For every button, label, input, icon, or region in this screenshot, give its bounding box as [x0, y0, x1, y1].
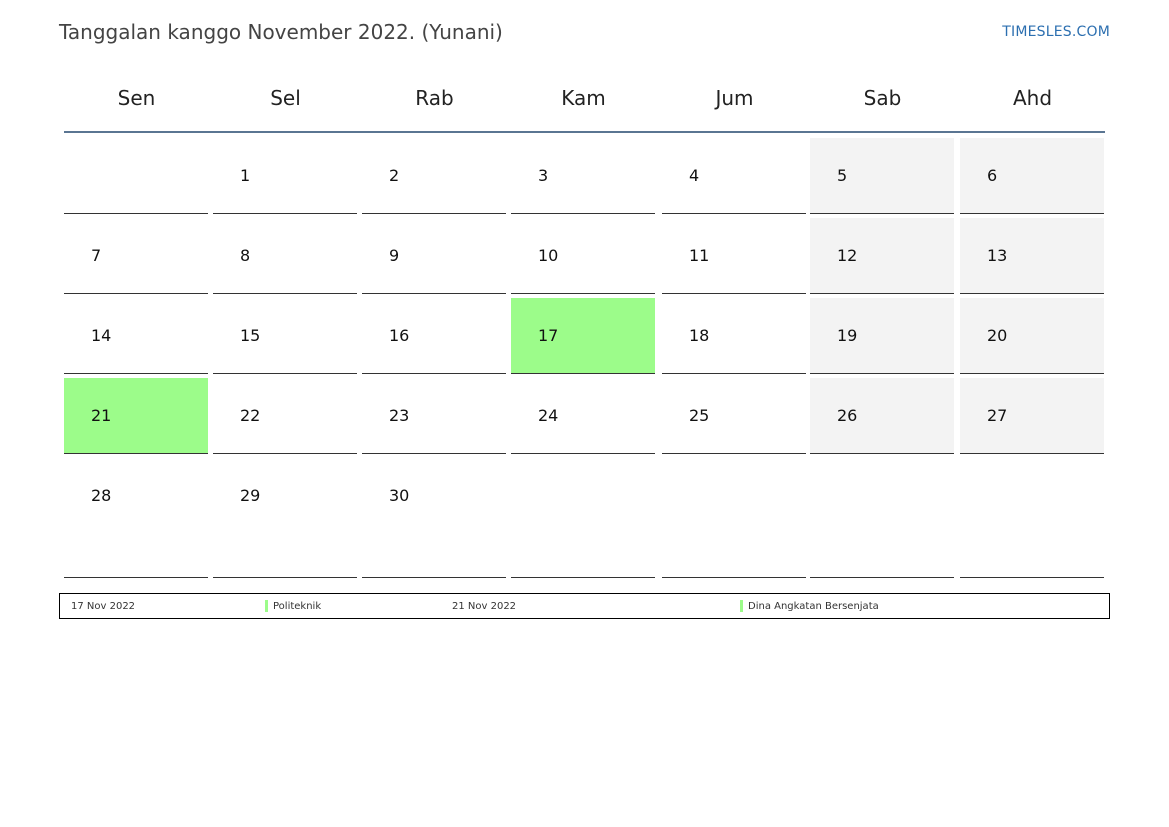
day-cell[interactable]: 6 — [960, 138, 1104, 214]
weekday-header: Sen Sel Rab Kam Jum Sab Ahd — [64, 72, 1105, 131]
weekday-label: Sen — [117, 86, 156, 110]
weekday-label: Kam — [561, 86, 606, 110]
legend-date: 17 Nov 2022 — [71, 601, 136, 612]
weekday-label: Jum — [715, 86, 754, 110]
day-number: 18 — [689, 326, 710, 345]
legend-date: 21 Nov 2022 — [452, 601, 517, 612]
legend-color-marker — [265, 600, 268, 612]
day-cell[interactable]: 29 — [213, 458, 357, 578]
day-cell[interactable]: 18 — [662, 298, 806, 374]
day-number: 12 — [837, 246, 858, 265]
day-cell — [662, 458, 806, 578]
day-cell[interactable]: 11 — [662, 218, 806, 294]
day-cell[interactable]: 5 — [810, 138, 954, 214]
day-number: 25 — [689, 406, 710, 425]
day-number: 16 — [389, 326, 410, 345]
day-cell — [511, 458, 655, 578]
day-cell[interactable]: 12 — [810, 218, 954, 294]
day-number: 9 — [389, 246, 400, 265]
day-number: 5 — [837, 166, 848, 185]
day-cell[interactable]: 26 — [810, 378, 954, 454]
day-number: 2 — [389, 166, 400, 185]
day-cell[interactable]: 9 — [362, 218, 506, 294]
day-number: 20 — [987, 326, 1008, 345]
day-number: 22 — [240, 406, 261, 425]
day-number: 19 — [837, 326, 858, 345]
day-cell[interactable]: 10 — [511, 218, 655, 294]
weekday-label: Rab — [415, 86, 454, 110]
day-number: 15 — [240, 326, 261, 345]
day-cell[interactable]: 15 — [213, 298, 357, 374]
day-number: 13 — [987, 246, 1008, 265]
day-cell[interactable]: 20 — [960, 298, 1104, 374]
day-number: 21 — [91, 406, 112, 425]
day-cell — [960, 458, 1104, 578]
day-cell[interactable]: 8 — [213, 218, 357, 294]
day-cell[interactable]: 14 — [64, 298, 208, 374]
header-divider — [64, 131, 1105, 133]
day-cell[interactable]: 17 — [511, 298, 655, 374]
day-number: 1 — [240, 166, 251, 185]
day-number: 14 — [91, 326, 112, 345]
day-cell[interactable]: 4 — [662, 138, 806, 214]
holiday-legend: 17 Nov 2022 Politeknik 21 Nov 2022 Dina … — [59, 593, 1110, 619]
day-cell[interactable]: 13 — [960, 218, 1104, 294]
day-number: 24 — [538, 406, 559, 425]
day-number: 4 — [689, 166, 700, 185]
day-number: 30 — [389, 486, 410, 505]
day-cell — [810, 458, 954, 578]
day-number: 6 — [987, 166, 998, 185]
day-number: 3 — [538, 166, 549, 185]
day-number: 17 — [538, 326, 559, 345]
day-number: 7 — [91, 246, 102, 265]
day-number: 26 — [837, 406, 858, 425]
day-number: 29 — [240, 486, 261, 505]
legend-holiday-name: Politeknik — [273, 601, 322, 612]
day-cell[interactable]: 30 — [362, 458, 506, 578]
day-cell[interactable]: 3 — [511, 138, 655, 214]
weekday-label: Sab — [863, 86, 902, 110]
day-cell[interactable]: 2 — [362, 138, 506, 214]
day-number: 23 — [389, 406, 410, 425]
day-number: 11 — [689, 246, 710, 265]
day-cell[interactable]: 16 — [362, 298, 506, 374]
day-number: 28 — [91, 486, 112, 505]
day-cell[interactable]: 21 — [64, 378, 208, 454]
day-cell[interactable]: 25 — [662, 378, 806, 454]
day-cell[interactable]: 22 — [213, 378, 357, 454]
weekday-label: Sel — [270, 86, 301, 110]
day-cell[interactable]: 7 — [64, 218, 208, 294]
day-cell — [64, 138, 208, 214]
legend-holiday-name: Dina Angkatan Bersenjata — [748, 601, 879, 612]
legend-color-marker — [740, 600, 743, 612]
brand-link[interactable]: TIMESLES.COM — [1002, 24, 1110, 40]
day-cell[interactable]: 27 — [960, 378, 1104, 454]
day-cell[interactable]: 19 — [810, 298, 954, 374]
page-title: Tanggalan kanggo November 2022. (Yunani) — [59, 20, 503, 44]
day-cell[interactable]: 23 — [362, 378, 506, 454]
day-number: 8 — [240, 246, 251, 265]
day-number: 27 — [987, 406, 1008, 425]
day-cell[interactable]: 24 — [511, 378, 655, 454]
weekday-label: Ahd — [1012, 86, 1053, 110]
day-cell[interactable]: 28 — [64, 458, 208, 578]
day-cell[interactable]: 1 — [213, 138, 357, 214]
day-number: 10 — [538, 246, 559, 265]
